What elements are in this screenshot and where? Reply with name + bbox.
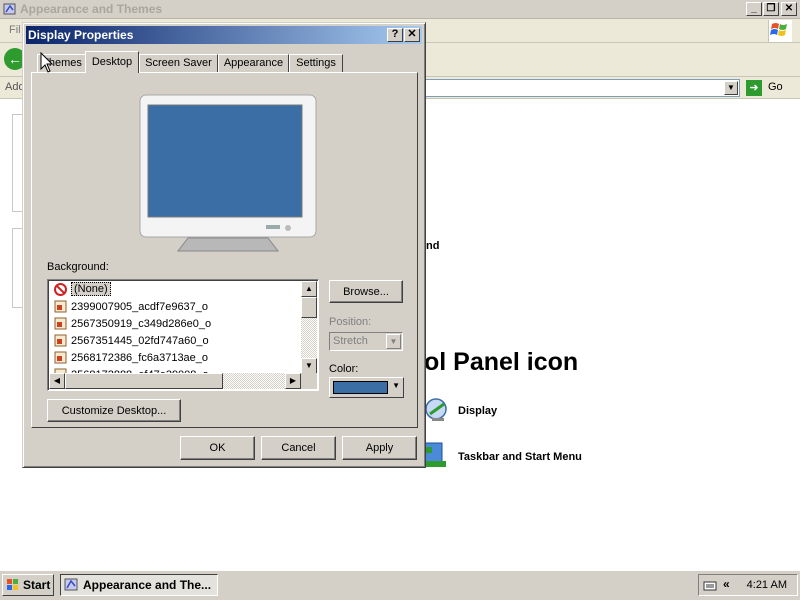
horizontal-scroll-thumb[interactable]: [65, 373, 223, 389]
control-panel-icon: [64, 578, 78, 591]
none-icon: [54, 283, 67, 296]
position-value: Stretch: [333, 335, 368, 347]
dialog-title: Display Properties: [28, 28, 134, 42]
tab-settings[interactable]: Settings: [289, 54, 343, 73]
control-panel-icon: [3, 3, 16, 15]
clock[interactable]: 4:21 AM: [747, 579, 787, 591]
image-file-icon: [54, 334, 67, 347]
background-label: Background:: [47, 261, 109, 273]
list-item[interactable]: 2568172386_fc6a3713ae_o: [52, 350, 302, 366]
scroll-right-icon[interactable]: ▶: [285, 373, 301, 389]
display-properties-dialog: Display Properties ? ✕ Themes Desktop Sc…: [22, 22, 426, 468]
color-swatch: [333, 381, 388, 394]
scroll-up-icon[interactable]: ▲: [301, 281, 317, 297]
list-item-label: 2567350919_c349d286e0_o: [71, 318, 212, 330]
minimize-button[interactable]: _: [746, 2, 762, 16]
scrollbar-corner: [301, 373, 317, 389]
chevron-down-icon[interactable]: ▼: [724, 81, 738, 95]
color-label: Color:: [329, 363, 359, 375]
apply-button[interactable]: Apply: [342, 436, 417, 460]
ok-button[interactable]: OK: [180, 436, 255, 460]
taskbar-start-menu-link[interactable]: Taskbar and Start Menu: [458, 451, 582, 463]
keyboard-icon[interactable]: [703, 578, 717, 592]
list-item-label: 2567351445_02fd747a60_o: [71, 335, 209, 347]
dialog-close-button[interactable]: ✕: [404, 28, 420, 42]
browse-button[interactable]: Browse...: [329, 280, 403, 303]
windows-logo-icon: [7, 579, 18, 590]
explorer-titlebar[interactable]: Appearance and Themes _ ❐ ✕: [0, 0, 800, 19]
cancel-button[interactable]: Cancel: [261, 436, 336, 460]
list-item[interactable]: (None): [52, 282, 302, 298]
system-tray: « 4:21 AM: [698, 574, 798, 596]
pick-control-panel-heading: ol Panel icon: [424, 348, 579, 376]
image-file-icon: [54, 351, 67, 364]
desktop-tab-panel: Background: (None) 2399007905_acdf7e9637…: [31, 72, 418, 428]
explorer-title: Appearance and Themes: [20, 2, 163, 16]
position-select: Stretch ▼: [329, 332, 403, 351]
taskbar: Start Appearance and The... « 4:21 AM: [0, 570, 800, 600]
scroll-left-icon[interactable]: ◀: [49, 373, 65, 389]
chevron-down-icon: ▼: [386, 334, 401, 349]
color-picker-button[interactable]: ▼: [329, 377, 404, 398]
help-button[interactable]: ?: [387, 28, 403, 42]
vertical-scrollbar[interactable]: ▲ ▼: [301, 281, 317, 374]
go-button[interactable]: ➜ Go: [746, 79, 796, 97]
tray-expand-button[interactable]: «: [723, 577, 730, 591]
close-button[interactable]: ✕: [781, 2, 797, 16]
tab-strip: Themes Desktop Screen Saver Appearance S…: [31, 51, 421, 73]
side-panel-box: [12, 228, 22, 308]
horizontal-scrollbar[interactable]: ◀ ▶: [49, 373, 301, 389]
menu-file[interactable]: Fil: [9, 24, 21, 36]
position-label: Position:: [329, 316, 372, 328]
customize-desktop-button[interactable]: Customize Desktop...: [47, 399, 181, 422]
monitor-preview-icon: [139, 94, 317, 252]
list-item-label: (None): [71, 282, 111, 296]
display-link[interactable]: Display: [458, 405, 497, 417]
side-panel-box: [12, 114, 22, 212]
go-arrow-icon: ➜: [746, 80, 762, 96]
tab-appearance[interactable]: Appearance: [218, 54, 289, 73]
display-icon[interactable]: [422, 396, 450, 424]
dialog-titlebar[interactable]: Display Properties ? ✕: [26, 26, 422, 44]
go-label: Go: [768, 81, 783, 93]
list-item[interactable]: 2399007905_acdf7e9637_o: [52, 299, 302, 315]
list-item[interactable]: 2567350919_c349d286e0_o: [52, 316, 302, 332]
address-input[interactable]: ▼: [420, 79, 740, 97]
image-file-icon: [54, 317, 67, 330]
list-item[interactable]: 2567351445_02fd747a60_o: [52, 333, 302, 349]
taskbar-window-label: Appearance and The...: [83, 578, 212, 592]
scroll-down-icon[interactable]: ▼: [301, 358, 317, 374]
image-file-icon: [54, 300, 67, 313]
background-listbox[interactable]: (None) 2399007905_acdf7e9637_o 256735091…: [47, 279, 319, 391]
mouse-cursor-icon: [40, 52, 54, 73]
tab-screen-saver[interactable]: Screen Saver: [139, 54, 218, 73]
tab-desktop[interactable]: Desktop: [85, 51, 139, 73]
chevron-down-icon: ▼: [392, 381, 400, 390]
taskbar-window-button[interactable]: Appearance and The...: [60, 574, 218, 596]
start-button[interactable]: Start: [2, 574, 54, 596]
restore-button[interactable]: ❐: [763, 2, 779, 16]
windows-logo-icon: [768, 20, 792, 42]
list-item-label: 2568172386_fc6a3713ae_o: [71, 352, 209, 364]
content-snippet: nd: [426, 240, 440, 252]
list-item-label: 2399007905_acdf7e9637_o: [71, 301, 209, 313]
start-label: Start: [23, 578, 51, 592]
vertical-scroll-thumb[interactable]: [301, 297, 317, 318]
